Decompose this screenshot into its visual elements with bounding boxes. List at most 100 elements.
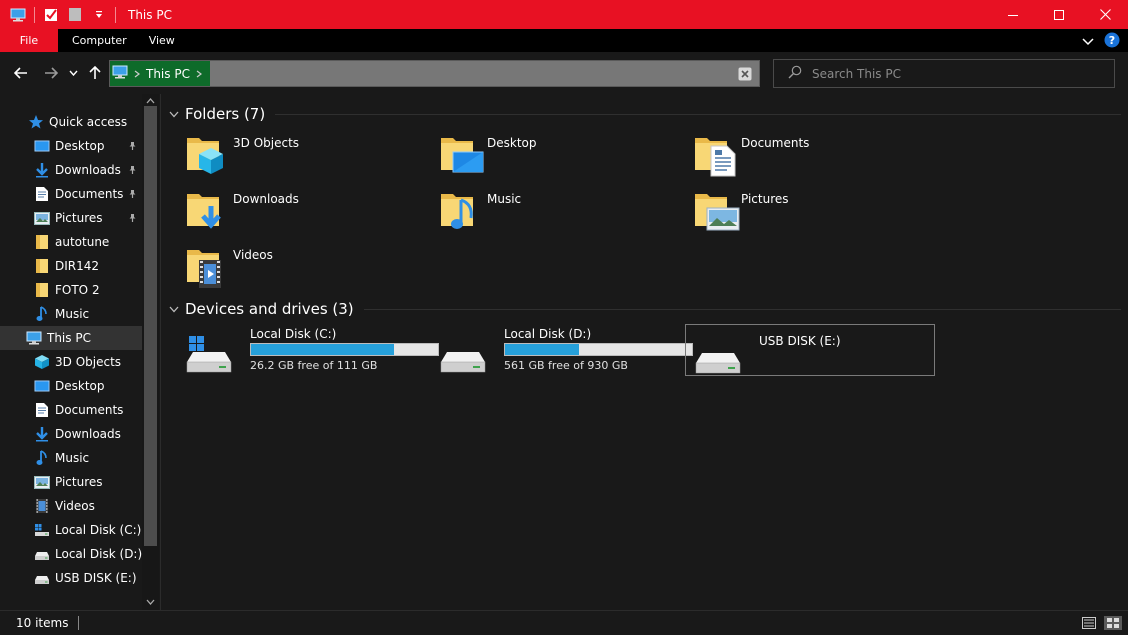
tab-file[interactable]: File xyxy=(0,29,58,52)
sidebar-item-3d-objects[interactable]: 3D Objects xyxy=(0,350,142,374)
search-box[interactable] xyxy=(773,59,1115,88)
sidebar-item-usb-disk-e[interactable]: USB DISK (E:) xyxy=(0,566,142,590)
close-button[interactable] xyxy=(1082,0,1128,29)
sidebar-item-desktop[interactable]: Desktop xyxy=(0,134,142,158)
folder-label: Documents xyxy=(741,136,810,150)
item-count: 10 items xyxy=(16,616,69,630)
sidebar-item-label: Quick access xyxy=(49,115,128,129)
this-pc-icon[interactable] xyxy=(10,7,26,23)
drives-group-header[interactable]: Devices and drives (3) xyxy=(169,298,1121,320)
sidebar-scrollbar[interactable] xyxy=(142,94,159,610)
folder-tile-documents[interactable]: Documents xyxy=(693,130,943,182)
folder-tile-3d-objects[interactable]: 3D Objects xyxy=(185,130,435,182)
up-button[interactable] xyxy=(86,64,104,82)
sidebar-item-music[interactable]: Music xyxy=(0,446,142,470)
folder-tile-music[interactable]: Music xyxy=(439,186,689,238)
sidebar-quick-access[interactable]: Quick access xyxy=(0,110,142,134)
downloads-icon xyxy=(34,162,50,178)
sidebar-item-music[interactable]: Music xyxy=(0,302,142,326)
properties-icon[interactable] xyxy=(43,7,59,23)
sidebar-item-local-disk-d[interactable]: Local Disk (D:) xyxy=(0,542,142,566)
pictures-icon xyxy=(34,474,50,490)
scrollbar-thumb[interactable] xyxy=(144,106,157,546)
quick-access-toolbar: This PC xyxy=(0,0,172,29)
sidebar-item-label: Downloads xyxy=(55,163,121,177)
sidebar-item-downloads[interactable]: Downloads xyxy=(0,158,142,182)
downloads-icon xyxy=(34,426,50,442)
folder-tile-pictures[interactable]: Pictures xyxy=(693,186,943,238)
folder-label: Videos xyxy=(233,248,273,262)
chevron-right-icon[interactable] xyxy=(134,67,140,81)
new-folder-icon[interactable] xyxy=(67,7,83,23)
folder-icon xyxy=(34,258,50,274)
details-view-button[interactable] xyxy=(1080,616,1098,630)
drive-usage-bar xyxy=(504,343,693,356)
folder-label: Downloads xyxy=(233,192,299,206)
drive-tile-local-disk-c[interactable]: Local Disk (C:) 26.2 GB free of 111 GB xyxy=(177,324,439,376)
sidebar-item-pictures[interactable]: Pictures xyxy=(0,206,142,230)
folder-label: Desktop xyxy=(487,136,537,150)
pictures-icon xyxy=(693,186,741,234)
sidebar-item-desktop[interactable]: Desktop xyxy=(0,374,142,398)
window-title: This PC xyxy=(128,7,172,22)
recent-locations-button[interactable] xyxy=(66,64,80,82)
breadcrumb-this-pc[interactable]: This PC xyxy=(146,67,190,81)
scroll-up-icon[interactable] xyxy=(145,96,156,106)
sidebar-item-local-disk-c[interactable]: Local Disk (C:) xyxy=(0,518,142,542)
sidebar-item-documents[interactable]: Documents xyxy=(0,182,142,206)
maximize-button[interactable] xyxy=(1036,0,1082,29)
folder-tile-desktop[interactable]: Desktop xyxy=(439,130,689,182)
tab-view[interactable]: View xyxy=(143,29,191,52)
this-pc-icon xyxy=(26,330,42,346)
drive-free-space: 26.2 GB free of 111 GB xyxy=(250,359,378,372)
sidebar-item-downloads[interactable]: Downloads xyxy=(0,422,142,446)
drive-usage-fill xyxy=(505,344,580,355)
sidebar-item-documents[interactable]: Documents xyxy=(0,398,142,422)
chevron-right-icon[interactable] xyxy=(196,67,202,81)
sidebar-item-label: Pictures xyxy=(55,211,103,225)
breadcrumb[interactable]: This PC xyxy=(110,61,210,86)
search-input[interactable] xyxy=(812,66,1092,81)
videos-icon xyxy=(34,498,50,514)
pin-icon xyxy=(126,164,138,176)
help-icon[interactable]: ? xyxy=(1104,32,1120,51)
ribbon-tabs: File Computer View ? xyxy=(0,29,1128,52)
back-button[interactable] xyxy=(12,64,30,82)
folder-tile-videos[interactable]: Videos xyxy=(185,242,435,294)
sidebar-item-label: Local Disk (D:) xyxy=(55,547,143,561)
folders-group-header[interactable]: Folders (7) xyxy=(169,103,1121,125)
customize-toolbar-icon[interactable] xyxy=(91,7,107,23)
scroll-down-icon[interactable] xyxy=(145,597,156,607)
sidebar-item-pictures[interactable]: Pictures xyxy=(0,470,142,494)
folder-tile-downloads[interactable]: Downloads xyxy=(185,186,435,238)
sidebar-item-label: DIR142 xyxy=(55,259,100,273)
sidebar-item-autotune[interactable]: autotune xyxy=(0,230,142,254)
address-bar[interactable]: This PC xyxy=(109,60,760,87)
sidebar-item-label: This PC xyxy=(47,331,91,345)
forward-button[interactable] xyxy=(42,64,60,82)
sidebar-item-videos[interactable]: Videos xyxy=(0,494,142,518)
tab-computer[interactable]: Computer xyxy=(58,29,143,52)
desktop-icon xyxy=(439,130,487,178)
large-icons-view-button[interactable] xyxy=(1104,616,1122,630)
sidebar-item-label: 3D Objects xyxy=(55,355,122,369)
minimize-button[interactable] xyxy=(990,0,1036,29)
chevron-down-icon[interactable] xyxy=(169,302,179,316)
sidebar-this-pc[interactable]: This PC xyxy=(0,326,142,350)
search-icon xyxy=(788,65,802,82)
this-pc-icon xyxy=(112,65,128,82)
sidebar-item-dir142[interactable]: DIR142 xyxy=(0,254,142,278)
music-icon xyxy=(439,186,487,234)
sidebar-item-label: Music xyxy=(55,451,90,465)
folder-label: Music xyxy=(487,192,522,206)
folder-icon xyxy=(34,282,50,298)
expand-ribbon-icon[interactable] xyxy=(1082,35,1094,49)
sidebar-item-foto-2[interactable]: FOTO 2 xyxy=(0,278,142,302)
chevron-down-icon[interactable] xyxy=(169,107,179,121)
system-drive-icon xyxy=(185,334,233,374)
drive-tile-local-disk-d[interactable]: Local Disk (D:) 561 GB free of 930 GB xyxy=(431,324,693,376)
usb-drive-icon xyxy=(694,335,742,375)
drive-tile-usb-disk-e[interactable]: USB DISK (E:) xyxy=(685,324,935,376)
clear-address-button[interactable] xyxy=(731,61,759,86)
folder-label: 3D Objects xyxy=(233,136,300,150)
